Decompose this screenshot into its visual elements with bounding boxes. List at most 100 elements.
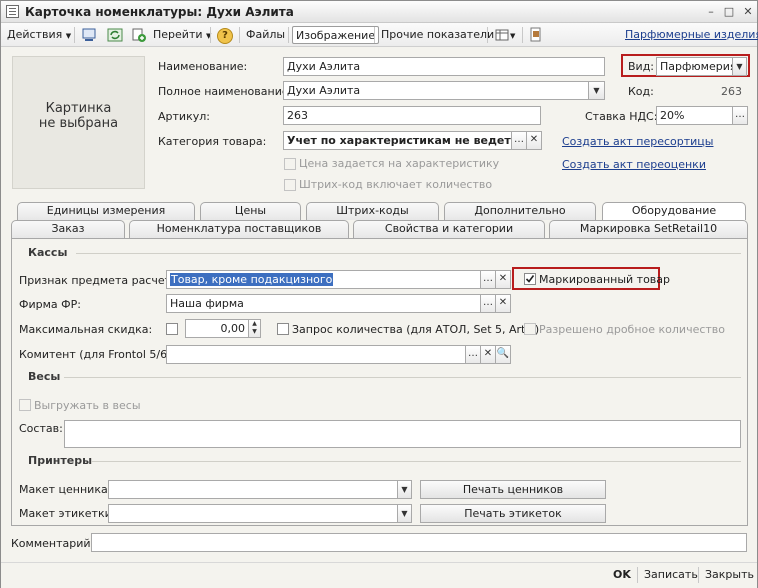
create-resort-act-link[interactable]: Создать акт пересортицы bbox=[562, 135, 713, 148]
composition-label: Состав: bbox=[19, 422, 63, 435]
chevron-down-icon: ▼ bbox=[736, 62, 743, 71]
minimize-button[interactable]: – bbox=[703, 4, 719, 19]
category-clear-button[interactable]: ✕ bbox=[526, 131, 542, 150]
committent-label: Комитент (для Frontol 5/6): bbox=[19, 348, 176, 361]
name-input[interactable]: Духи Аэлита bbox=[283, 57, 605, 76]
fraction-checkbox[interactable] bbox=[524, 323, 536, 335]
kind-select[interactable]: Парфюмерия bbox=[656, 57, 734, 76]
tab-additional[interactable]: Дополнительно bbox=[444, 202, 596, 220]
firm-clear-button[interactable]: ✕ bbox=[495, 294, 511, 313]
check-icon bbox=[525, 275, 535, 283]
max-discount-input[interactable]: 0,00 bbox=[185, 319, 249, 338]
committent-input[interactable] bbox=[166, 345, 466, 364]
max-discount-checkbox[interactable] bbox=[166, 323, 178, 335]
discount-stepper[interactable]: ▲ ▼ bbox=[248, 319, 261, 338]
maximize-button[interactable]: □ bbox=[721, 4, 737, 19]
barcode-qty-label: Штрих-код включает количество bbox=[299, 178, 493, 191]
goto-label: Перейти bbox=[153, 28, 203, 41]
title-bar: Карточка номенклатуры: Духи Аэлита – □ ✕ bbox=[1, 1, 757, 23]
price-by-char-label: Цена задается на характеристику bbox=[299, 157, 500, 170]
calc-subject-select-button[interactable]: … bbox=[480, 270, 496, 289]
chevron-down-icon: ▼ bbox=[510, 32, 516, 40]
tab-prices[interactable]: Цены bbox=[200, 202, 301, 220]
image-button[interactable]: Изображение bbox=[292, 26, 380, 44]
print-labels-button[interactable]: Печать этикеток bbox=[420, 504, 606, 523]
price-tag-layout-dropdown[interactable]: ▼ bbox=[397, 480, 412, 499]
firm-label: Фирма ФР: bbox=[19, 298, 81, 311]
committent-open-button[interactable]: 🔍 bbox=[495, 345, 511, 364]
save-button[interactable]: Записать bbox=[644, 568, 698, 581]
refresh-icon[interactable] bbox=[104, 26, 126, 44]
form-icon bbox=[6, 5, 19, 18]
qty-request-label: Запрос количества (для АТОЛ, Set 5, Arti… bbox=[292, 323, 540, 336]
image-placeholder-line2: не выбрана bbox=[38, 116, 119, 131]
tab-marking[interactable]: Маркировка SetRetail10 bbox=[549, 220, 748, 238]
structure-icon[interactable] bbox=[78, 26, 100, 44]
comment-input[interactable] bbox=[91, 533, 747, 552]
close-button[interactable]: Закрыть bbox=[705, 568, 754, 581]
goto-menu[interactable]: Перейти ▼ bbox=[150, 26, 214, 44]
other-indicators-button[interactable]: Прочие показатели bbox=[378, 26, 497, 44]
category-label: Категория товара: bbox=[158, 135, 267, 148]
full-name-dropdown[interactable]: ▼ bbox=[588, 81, 605, 100]
image-placeholder[interactable]: Картинка не выбрана bbox=[12, 56, 145, 189]
chevron-up-icon: ▲ bbox=[252, 320, 257, 327]
upload-to-scales-checkbox[interactable] bbox=[19, 399, 31, 411]
tab-barcodes[interactable]: Штрих-коды bbox=[306, 202, 439, 220]
close-window-button[interactable]: ✕ bbox=[740, 4, 756, 19]
chevron-down-icon: ▼ bbox=[401, 509, 408, 518]
search-icon: 🔍 bbox=[496, 348, 510, 359]
tab-order[interactable]: Заказ bbox=[11, 220, 125, 238]
upload-to-scales-label: Выгружать в весы bbox=[34, 399, 141, 412]
category-select-button[interactable]: … bbox=[511, 131, 527, 150]
committent-select-button[interactable]: … bbox=[465, 345, 481, 364]
ok-button[interactable]: OK bbox=[613, 568, 631, 581]
label-layout-dropdown[interactable]: ▼ bbox=[397, 504, 412, 523]
help-icon[interactable]: ? bbox=[214, 26, 236, 44]
vat-select-button[interactable]: … bbox=[732, 106, 748, 125]
barcode-qty-checkbox[interactable] bbox=[284, 179, 296, 191]
bottom-bar: OK Записать Закрыть bbox=[1, 562, 757, 588]
kind-dropdown[interactable]: ▼ bbox=[732, 57, 747, 76]
kassy-section-title: Кассы bbox=[28, 246, 68, 259]
tab-equipment[interactable]: Оборудование bbox=[602, 202, 746, 220]
calc-subject-input[interactable]: Товар, кроме подакцизного bbox=[166, 270, 481, 289]
marked-goods-checkbox[interactable] bbox=[524, 273, 536, 285]
vesy-section-title: Весы bbox=[28, 370, 61, 383]
label-layout-select[interactable] bbox=[108, 504, 398, 523]
article-input[interactable]: 263 bbox=[283, 106, 541, 125]
marked-goods-label: Маркированный товар bbox=[539, 273, 671, 286]
actions-menu[interactable]: Действия ▼ bbox=[4, 26, 74, 44]
tab-units[interactable]: Единицы измерения bbox=[17, 202, 195, 220]
code-label: Код: bbox=[628, 85, 654, 98]
print-price-tags-button[interactable]: Печать ценников bbox=[420, 480, 606, 499]
vat-input[interactable]: 20% bbox=[656, 106, 734, 125]
article-label: Артикул: bbox=[158, 110, 210, 123]
actions-label: Действия bbox=[7, 28, 63, 41]
calc-subject-label: Признак предмета расчета: bbox=[19, 274, 182, 287]
tab-properties[interactable]: Свойства и категории bbox=[353, 220, 545, 238]
divider bbox=[76, 253, 741, 254]
price-tag-layout-select[interactable] bbox=[108, 480, 398, 499]
chevron-down-icon: ▼ bbox=[252, 328, 257, 335]
calc-subject-clear-button[interactable]: ✕ bbox=[495, 270, 511, 289]
files-button[interactable]: Файлы bbox=[243, 26, 288, 44]
full-name-input[interactable]: Духи Аэлита bbox=[283, 81, 589, 100]
tab-supplier-items[interactable]: Номенклатура поставщиков bbox=[129, 220, 349, 238]
copy-icon[interactable] bbox=[128, 26, 150, 44]
print-icon[interactable] bbox=[525, 26, 547, 44]
firm-select-button[interactable]: … bbox=[480, 294, 496, 313]
composition-textarea[interactable] bbox=[64, 420, 741, 448]
create-revalue-act-link[interactable]: Создать акт переоценки bbox=[562, 158, 706, 171]
perfume-items-link[interactable]: Парфюмерные изделия bbox=[625, 28, 758, 41]
firm-input[interactable]: Наша фирма bbox=[166, 294, 481, 313]
close-icon: ✕ bbox=[498, 297, 508, 308]
comment-label: Комментарий: bbox=[11, 537, 95, 550]
committent-clear-button[interactable]: ✕ bbox=[480, 345, 496, 364]
category-input[interactable]: Учет по характеристикам не ведется bbox=[283, 131, 512, 150]
window-title: Карточка номенклатуры: Духи Аэлита bbox=[25, 5, 294, 19]
qty-request-checkbox[interactable] bbox=[277, 323, 289, 335]
image-placeholder-line1: Картинка bbox=[45, 101, 112, 116]
columns-menu[interactable]: ▼ bbox=[491, 26, 518, 44]
price-by-char-checkbox[interactable] bbox=[284, 158, 296, 170]
